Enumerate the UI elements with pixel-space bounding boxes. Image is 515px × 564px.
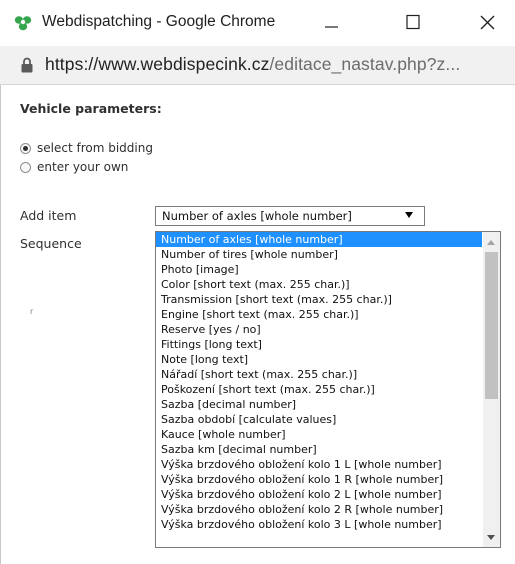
radio-button-unchecked[interactable] bbox=[20, 161, 31, 173]
window-title: Webdispatching - Google Chrome bbox=[42, 13, 276, 30]
lock-icon bbox=[21, 57, 33, 73]
dropdown-option[interactable]: Color [short text (max. 255 char.)] bbox=[156, 277, 482, 292]
dropdown-option[interactable]: Výška brzdového obložení kolo 2 L [whole… bbox=[156, 487, 482, 502]
dropdown-option[interactable]: Výška brzdového obložení kolo 1 L [whole… bbox=[156, 457, 482, 472]
scroll-down-icon[interactable] bbox=[487, 535, 495, 540]
dropdown-option[interactable]: Sazba období [calculate values] bbox=[156, 412, 482, 427]
add-item-label: Add item bbox=[20, 208, 77, 223]
dropdown-option[interactable]: Výška brzdového obložení kolo 2 R [whole… bbox=[156, 502, 482, 517]
url-text[interactable]: https://www.webdispecink.cz/editace_nast… bbox=[45, 54, 460, 75]
dropdown-option[interactable]: Kauce [whole number] bbox=[156, 427, 482, 442]
add-item-select[interactable]: Number of axles [whole number] bbox=[155, 206, 425, 226]
dropdown-option[interactable]: Transmission [short text (max. 255 char.… bbox=[156, 292, 482, 307]
url-path: /editace_nastav.php?z... bbox=[269, 54, 461, 74]
minimize-icon bbox=[325, 26, 338, 28]
dropdown-option[interactable]: Výška brzdového obložení kolo 1 R [whole… bbox=[156, 472, 482, 487]
dropdown-option[interactable]: Výška brzdového obložení kolo 3 L [whole… bbox=[156, 517, 482, 532]
browser-window: Webdispatching - Google Chrome https://w… bbox=[0, 0, 515, 564]
section-title: Vehicle parameters: bbox=[20, 101, 162, 116]
dropdown-option[interactable]: Poškození [short text (max. 255 char.)] bbox=[156, 382, 482, 397]
close-icon bbox=[480, 15, 495, 30]
radio-button-checked[interactable] bbox=[20, 142, 31, 154]
maximize-icon bbox=[406, 14, 420, 30]
dropdown-option[interactable]: Fittings [long text] bbox=[156, 337, 482, 352]
chevron-down-icon[interactable] bbox=[405, 212, 413, 218]
dropdown-option[interactable]: Note [long text] bbox=[156, 352, 482, 367]
address-bar[interactable]: https://www.webdispecink.cz/editace_nast… bbox=[0, 46, 515, 85]
side-mark: r bbox=[30, 307, 34, 316]
radio-enter-your-own[interactable]: enter your own bbox=[20, 159, 128, 175]
title-bar: Webdispatching - Google Chrome bbox=[0, 0, 515, 46]
radio-label: select from bidding bbox=[37, 141, 153, 155]
radio-label: enter your own bbox=[37, 160, 129, 174]
url-host: https://www.webdispecink.cz bbox=[45, 54, 270, 74]
minimize-button[interactable] bbox=[301, 0, 359, 46]
maximize-button[interactable] bbox=[384, 0, 442, 46]
dropdown-option[interactable]: Nářadí [short text (max. 255 char.)] bbox=[156, 367, 482, 382]
scrollbar-thumb[interactable] bbox=[485, 252, 498, 399]
sequence-label: Sequence bbox=[20, 236, 82, 251]
page-content: Vehicle parameters: select from bidding … bbox=[0, 85, 515, 564]
scroll-up-icon[interactable] bbox=[487, 240, 495, 245]
radio-select-from-bidding[interactable]: select from bidding bbox=[20, 140, 153, 156]
dropdown-option[interactable]: Sazba [decimal number] bbox=[156, 397, 482, 412]
dropdown-scrollbar[interactable] bbox=[483, 232, 500, 547]
webdispatching-logo-icon bbox=[14, 16, 32, 31]
dropdown-option[interactable]: Sazba km [decimal number] bbox=[156, 442, 482, 457]
dropdown-option[interactable]: Photo [image] bbox=[156, 262, 482, 277]
dropdown-option[interactable]: Number of axles [whole number] bbox=[156, 232, 482, 247]
dropdown-option[interactable]: Reserve [yes / no] bbox=[156, 322, 482, 337]
close-button[interactable] bbox=[457, 0, 515, 46]
add-item-dropdown-list[interactable]: Number of axles [whole number] Number of… bbox=[155, 231, 501, 548]
dropdown-option[interactable]: Engine [short text (max. 255 char.)] bbox=[156, 307, 482, 322]
dropdown-option[interactable]: Number of tires [whole number] bbox=[156, 247, 482, 262]
select-value: Number of axles [whole number] bbox=[162, 209, 352, 223]
